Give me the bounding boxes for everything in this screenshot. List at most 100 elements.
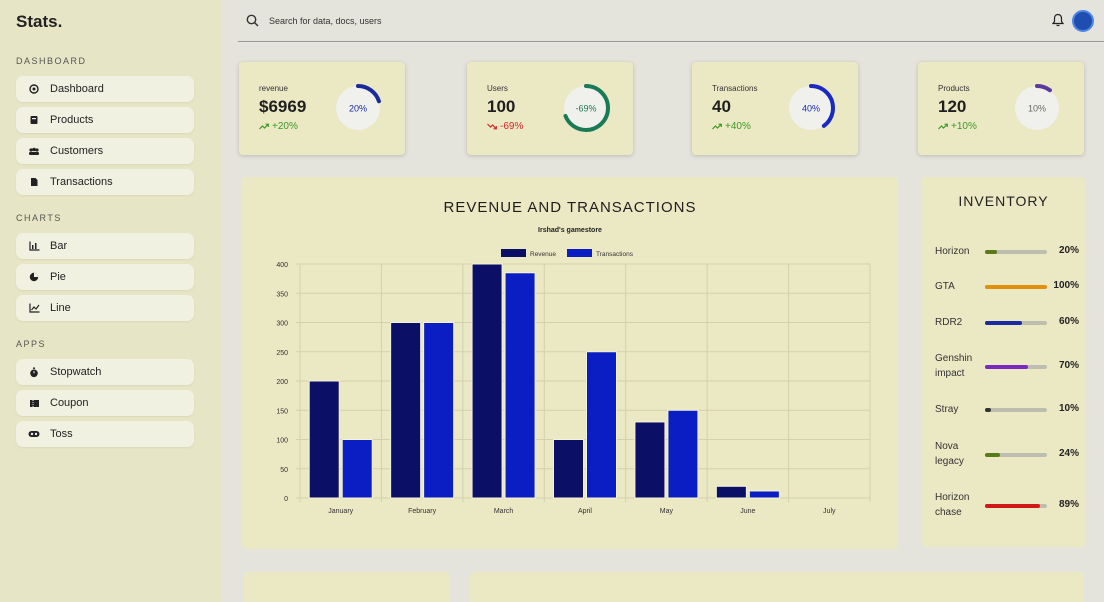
x-tick-label: January — [328, 508, 353, 515]
revenue-transactions-chart-panel: REVENUE AND TRANSACTIONS Irshad's gamest… — [242, 177, 898, 549]
inventory-progress-track — [985, 321, 1047, 325]
inventory-title: INVENTORY — [958, 193, 1049, 209]
bar-revenue-january — [308, 380, 340, 499]
y-tick-label: 100 — [276, 438, 288, 445]
sidebar-item-line[interactable]: Line — [16, 295, 194, 321]
sidebar-item-toss[interactable]: Toss — [16, 421, 194, 447]
bottom-card-right — [470, 572, 1084, 602]
x-tick-label: June — [740, 508, 755, 515]
sidebar-item-bar[interactable]: Bar — [16, 233, 194, 259]
x-tick-label: July — [823, 508, 836, 515]
inventory-progress-fill — [985, 250, 998, 254]
stat-change-text: -69% — [500, 121, 524, 132]
sidebar-item-dashboard[interactable]: Dashboard — [16, 76, 194, 102]
nav-group-dashboard: DASHBOARD Dashboard Products Customers Trans… — [16, 56, 222, 195]
progress-ring-text: 40% — [802, 104, 820, 114]
inventory-progress-fill — [985, 453, 1000, 457]
inventory-item-percent: 100% — [1053, 280, 1079, 291]
x-tick-label: April — [578, 508, 592, 515]
bottom-card-left — [244, 572, 450, 602]
inventory-progress-track — [985, 504, 1047, 508]
nav-group-apps: APPS Stopwatch Coupon Toss — [16, 339, 222, 447]
inventory-progress-track — [985, 250, 1047, 254]
inventory-progress-fill — [985, 321, 1023, 325]
sidebar-item-label: Products — [50, 114, 94, 126]
inventory-item-percent: 89% — [1058, 499, 1079, 510]
sidebar-item-products[interactable]: Products — [16, 107, 194, 133]
sidebar-item-transactions[interactable]: Transactions — [16, 169, 194, 195]
progress-ring: -69% — [562, 84, 610, 132]
search-icon[interactable] — [246, 14, 259, 27]
inventory-item-name: Horizon — [935, 246, 970, 257]
x-tick-label: February — [408, 508, 437, 515]
bar-transactions-february — [423, 322, 455, 499]
toss-icon — [28, 428, 40, 440]
inventory-item-name: Stray — [935, 404, 959, 415]
sidebar-item-pie[interactable]: Pie — [16, 264, 194, 290]
trend-up-icon — [938, 123, 951, 130]
inventory-item: Genshin impact 70% — [935, 351, 1083, 381]
inventory-progress-fill — [985, 285, 1047, 289]
coupon-icon — [28, 397, 40, 409]
inventory-progress-fill — [985, 408, 992, 412]
nav-section-title: DASHBOARD — [16, 56, 87, 66]
inventory-item-name: RDR2 — [935, 317, 963, 328]
y-tick-label: 0 — [284, 496, 288, 503]
sidebar-item-label: Pie — [50, 271, 66, 283]
inventory-item: Horizon chase 89% — [935, 490, 1083, 520]
sidebar-item-label: Toss — [50, 428, 73, 440]
bar-chart-icon — [28, 240, 40, 252]
x-tick-label: May — [660, 508, 674, 515]
sidebar-item-stopwatch[interactable]: Stopwatch — [16, 359, 194, 385]
products-icon — [28, 114, 40, 126]
search-input[interactable] — [269, 15, 769, 26]
inventory-item: GTA 100% — [935, 279, 1083, 309]
sidebar-item-label: Customers — [50, 145, 104, 157]
y-tick-label: 350 — [276, 291, 288, 298]
bar-revenue-march — [471, 263, 503, 499]
trend-up-icon — [712, 123, 725, 130]
inventory-item: RDR2 60% — [935, 315, 1083, 345]
bar-revenue-february — [390, 322, 422, 499]
sidebar-item-customers[interactable]: Customers — [16, 138, 194, 164]
inventory-progress-fill — [985, 365, 1029, 369]
sidebar-item-coupon[interactable]: Coupon — [16, 390, 194, 416]
nav-section-title: CHARTS — [16, 213, 62, 223]
inventory-item-percent: 10% — [1058, 403, 1079, 414]
legend-swatch-revenue — [501, 249, 526, 257]
stat-change-text: +20% — [272, 121, 298, 132]
sidebar-item-label: Coupon — [50, 397, 89, 409]
sidebar-item-label: Transactions — [50, 176, 113, 188]
sidebar-item-label: Bar — [50, 240, 68, 252]
bar-revenue-may — [634, 421, 666, 499]
nav-sections: DASHBOARD Dashboard Products Customers Trans… — [16, 56, 222, 447]
x-tick-label: March — [494, 508, 514, 515]
app-logo: Stats. — [16, 12, 63, 31]
inventory-item-percent: 70% — [1058, 360, 1079, 371]
trend-down-icon — [487, 123, 500, 130]
inventory-progress-fill — [985, 504, 1041, 508]
progress-ring-text: 10% — [1028, 104, 1046, 114]
customers-icon — [28, 145, 40, 157]
inventory-panel: INVENTORY Horizon 20% GTA 100% RDR2 60% … — [922, 177, 1085, 547]
stat-card-revenue: revenue $6969 +20% 20% — [239, 62, 405, 155]
inventory-item-name: Horizon chase — [935, 492, 970, 518]
progress-ring-text: 20% — [349, 104, 367, 114]
line-chart-icon — [28, 302, 40, 314]
inventory-item: Stray 10% — [935, 402, 1083, 432]
user-avatar[interactable] — [1072, 10, 1094, 32]
legend-label-revenue: Revenue — [530, 251, 556, 258]
bar-transactions-may — [667, 409, 699, 499]
progress-ring-text: -69% — [575, 104, 596, 114]
legend-swatch-transactions — [567, 249, 592, 257]
bar-transactions-march — [504, 272, 536, 499]
stopwatch-icon — [28, 366, 40, 378]
inventory-item-name: Nova legacy — [935, 441, 964, 467]
inventory-progress-track — [985, 408, 1047, 412]
sidebar-item-label: Stopwatch — [50, 366, 102, 378]
y-tick-label: 150 — [276, 408, 288, 415]
bar-revenue-june — [715, 485, 747, 499]
sidebar: Stats. DASHBOARD Dashboard Products Custome… — [0, 0, 222, 602]
y-tick-label: 200 — [276, 379, 288, 386]
notification-bell-icon[interactable] — [1051, 13, 1065, 32]
